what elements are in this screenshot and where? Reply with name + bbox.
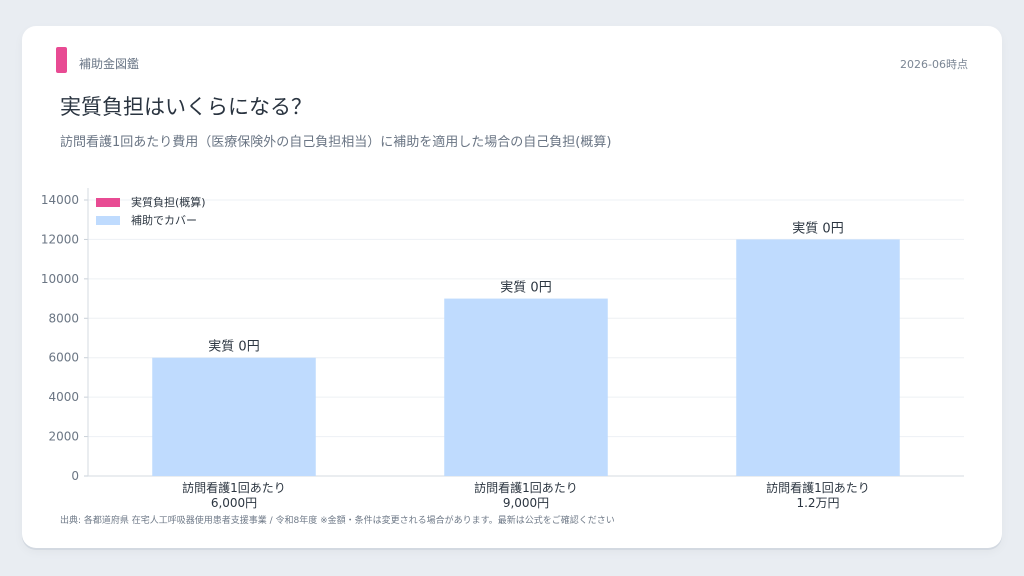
source-note: 出典: 各都道府県 在宅人工呼吸器使用患者支援事業 / 令和8年度 ※金額・条件… xyxy=(60,516,615,526)
y-tick-label: 12000 xyxy=(41,232,79,246)
bar-segment xyxy=(736,239,900,476)
x-category-label: 6,000円 xyxy=(211,496,257,510)
bar-chart: 0 2000 4000 6000 8000 10000 12000 14000 実質 0円訪問看… xyxy=(41,188,964,510)
bar-segment xyxy=(444,298,608,476)
y-tick-label: 8000 xyxy=(48,311,79,325)
x-category-label: 訪問看護1回あたり xyxy=(474,480,578,495)
data-label: 実質 0円 xyxy=(792,220,843,236)
y-tick-label: 6000 xyxy=(48,351,79,365)
data-label: 実質 0円 xyxy=(500,280,551,296)
x-category-label: 1.2万円 xyxy=(796,496,839,510)
legend-label: 実質負担(概算) xyxy=(131,195,206,209)
y-tick-label: 2000 xyxy=(48,430,79,444)
legend-label: 補助でカバー xyxy=(131,213,197,227)
legend-swatch xyxy=(96,198,120,207)
y-tick-label: 4000 xyxy=(48,390,79,404)
bar-segment xyxy=(152,357,316,476)
x-category-label: 訪問看護1回あたり xyxy=(766,480,870,495)
x-category-label: 訪問看護1回あたり xyxy=(182,480,286,495)
legend-swatch xyxy=(96,216,120,225)
y-tick-label: 14000 xyxy=(41,193,79,207)
y-tick-label: 10000 xyxy=(41,272,79,286)
y-tick-label: 0 xyxy=(71,469,79,483)
x-category-label: 9,000円 xyxy=(503,496,549,510)
data-label: 実質 0円 xyxy=(208,339,259,355)
